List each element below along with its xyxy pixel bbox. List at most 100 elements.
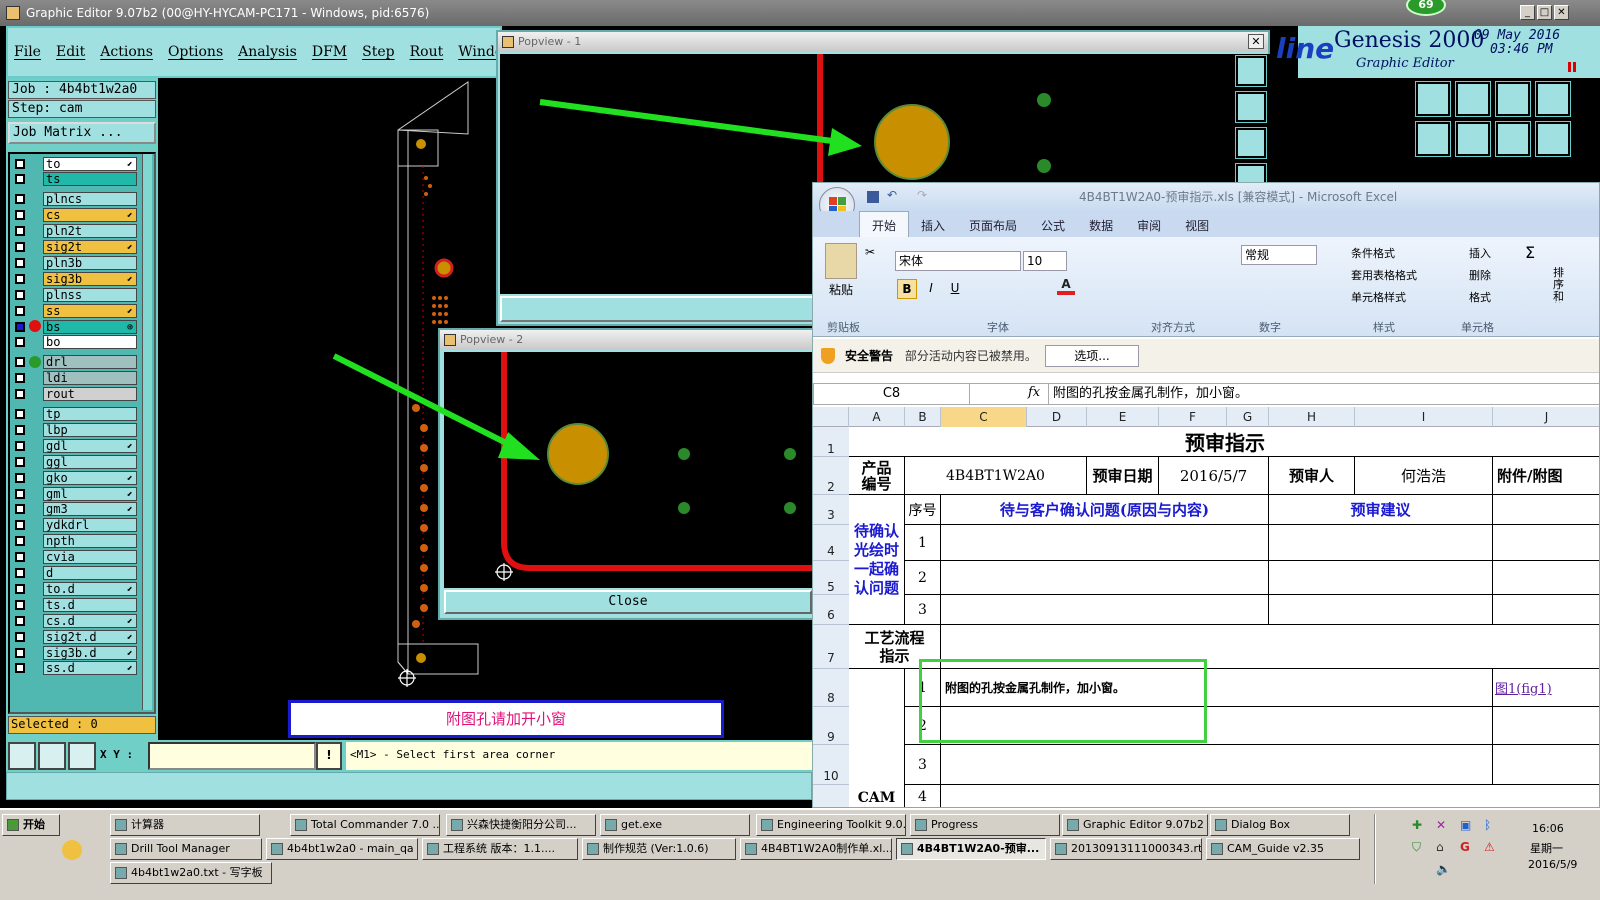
layer-checkbox[interactable]: [15, 321, 25, 332]
layer-scrollbar[interactable]: [142, 154, 152, 710]
layer-row[interactable]: cs.d ⬋: [15, 613, 137, 628]
taskbar-button[interactable]: 4B4BT1W2A0-预审...: [896, 838, 1046, 860]
cell-style-button[interactable]: 单元格样式: [1351, 289, 1406, 305]
taskbar-button[interactable]: Drill Tool Manager: [110, 838, 262, 860]
row-header-9[interactable]: 9: [813, 707, 849, 745]
layer-name[interactable]: cs.d ⬋: [43, 613, 137, 628]
col-header-b[interactable]: B: [905, 407, 941, 427]
layer-row[interactable]: pln3b: [15, 255, 137, 270]
layer-row[interactable]: ss.d ⬋: [15, 661, 137, 676]
empty-cell[interactable]: [1269, 561, 1493, 595]
layer-name[interactable]: gdl ⬋: [43, 438, 137, 453]
tray-x-icon[interactable]: ✕: [1436, 818, 1446, 832]
layer-row[interactable]: sig2t ⬋: [15, 240, 137, 255]
layer-row[interactable]: d: [15, 566, 137, 581]
layer-name[interactable]: gko ⬋: [43, 470, 137, 485]
empty-cell[interactable]: [1269, 525, 1493, 561]
empty-cell[interactable]: [941, 745, 1493, 785]
layer-name[interactable]: sig2t ⬋: [43, 240, 137, 254]
tray-plus-icon[interactable]: ✚: [1412, 818, 1422, 832]
layer-checkbox[interactable]: [15, 424, 25, 435]
taskbar-button[interactable]: 工程系统 版本：1.1....: [422, 838, 578, 860]
col-header-d[interactable]: D: [1027, 407, 1087, 427]
layer-row[interactable]: gdl ⬋: [15, 438, 137, 453]
excel-window[interactable]: 4B4BT1W2A0-预审指示.xls [兼容模式] - Microsoft E…: [812, 182, 1600, 808]
col-header-h[interactable]: H: [1269, 407, 1355, 427]
row-number-cell[interactable]: 1: [905, 525, 941, 561]
menu-rout[interactable]: Rout: [410, 44, 444, 60]
delete-cells-button[interactable]: 删除: [1469, 267, 1491, 283]
redo-icon[interactable]: ↷: [917, 188, 927, 202]
info-icon[interactable]: !: [316, 742, 342, 770]
popview-1-titlebar[interactable]: Popview - 1 ✕: [498, 32, 1268, 52]
tray-monitor-icon[interactable]: ▣: [1460, 818, 1471, 832]
popview-1-close-icon[interactable]: ✕: [1248, 34, 1264, 49]
clock-time[interactable]: 16:06: [1532, 822, 1564, 835]
tab-insert[interactable]: 插入: [909, 212, 957, 239]
row-header-2[interactable]: 2: [813, 457, 849, 495]
layer-row[interactable]: rout: [15, 387, 137, 402]
tool-window-icon[interactable]: [1535, 81, 1571, 117]
layer-checkbox[interactable]: [15, 552, 25, 563]
insert-cells-button[interactable]: 插入: [1469, 245, 1491, 261]
close-button[interactable]: ✕: [1554, 5, 1569, 20]
layer-checkbox[interactable]: [15, 615, 25, 626]
cut-icon[interactable]: ✂: [865, 245, 875, 259]
reviewer-label-cell[interactable]: 预审人: [1269, 457, 1355, 495]
layer-row[interactable]: plnss: [15, 287, 137, 302]
layer-name[interactable]: bo: [43, 335, 137, 350]
layer-name[interactable]: ts: [43, 172, 137, 187]
tool-upload-icon[interactable]: [1415, 81, 1451, 117]
formula-input[interactable]: 附图的孔按金属孔制作，加小窗。: [1048, 384, 1599, 404]
select-all-corner[interactable]: [813, 407, 849, 427]
measure-tool-icon[interactable]: [38, 742, 66, 770]
sort-filter-button[interactable]: 排序和筛选: [1553, 267, 1569, 303]
taskbar-button[interactable]: Graphic Editor 9.07b2 (...: [1062, 814, 1208, 836]
row-header-11[interactable]: [813, 785, 849, 807]
tab-data[interactable]: 数据: [1077, 212, 1125, 239]
clock-date[interactable]: 2016/5/9: [1528, 858, 1577, 871]
layer-checkbox[interactable]: [15, 305, 25, 316]
layer-name[interactable]: pln3b: [43, 255, 137, 270]
clock-weekday[interactable]: 星期一: [1530, 840, 1563, 856]
date-value-cell[interactable]: 2016/5/7: [1159, 457, 1269, 495]
layer-name[interactable]: bs ⊕: [43, 319, 137, 334]
table-format-button[interactable]: 套用表格格式: [1351, 267, 1417, 283]
tab-layout[interactable]: 页面布局: [957, 212, 1029, 239]
layer-checkbox[interactable]: [15, 174, 25, 185]
layer-checkbox[interactable]: [15, 210, 25, 221]
excel-titlebar[interactable]: 4B4BT1W2A0-预审指示.xls [兼容模式] - Microsoft E…: [813, 183, 1599, 211]
tray-network-icon[interactable]: ⌂: [1436, 840, 1444, 854]
popview-2-canvas[interactable]: [444, 352, 814, 588]
tray-pdf-icon[interactable]: ⚠: [1484, 840, 1495, 854]
tray-shield-icon[interactable]: ⛉: [1412, 840, 1421, 855]
layer-checkbox[interactable]: [15, 357, 25, 368]
empty-cell[interactable]: [1269, 595, 1493, 625]
layer-checkbox[interactable]: [15, 472, 25, 483]
save-icon[interactable]: [867, 191, 879, 203]
menu-options[interactable]: Options: [168, 44, 223, 60]
name-box[interactable]: C8: [814, 384, 970, 404]
empty-cell[interactable]: [941, 525, 1269, 561]
layer-name[interactable]: tp: [43, 407, 137, 421]
layer-name[interactable]: drl: [43, 355, 137, 370]
layer-row[interactable]: ts.d: [15, 597, 137, 612]
layer-checkbox[interactable]: [15, 663, 25, 674]
layer-name[interactable]: ts.d: [43, 597, 137, 612]
layer-row[interactable]: bo: [15, 335, 137, 350]
layer-row[interactable]: cs ⬋: [15, 208, 137, 223]
layer-name[interactable]: plncs: [43, 192, 137, 207]
empty-cell[interactable]: [1493, 745, 1599, 785]
format-cells-button[interactable]: 格式: [1469, 289, 1491, 305]
layer-row[interactable]: bs ⊕: [15, 319, 137, 334]
layer-name[interactable]: ydkdrl: [43, 518, 137, 533]
zoom-out-icon[interactable]: [1235, 127, 1267, 159]
menu-analysis[interactable]: Analysis: [238, 44, 297, 60]
tab-home[interactable]: 开始: [859, 211, 910, 239]
layer-name[interactable]: gm3 ⬋: [43, 502, 137, 517]
layer-name[interactable]: gml ⬋: [43, 486, 137, 501]
layer-row[interactable]: plncs: [15, 192, 137, 207]
layer-row[interactable]: ldi: [15, 371, 137, 386]
layer-row[interactable]: drl: [15, 355, 137, 370]
layer-checkbox[interactable]: [15, 536, 25, 547]
